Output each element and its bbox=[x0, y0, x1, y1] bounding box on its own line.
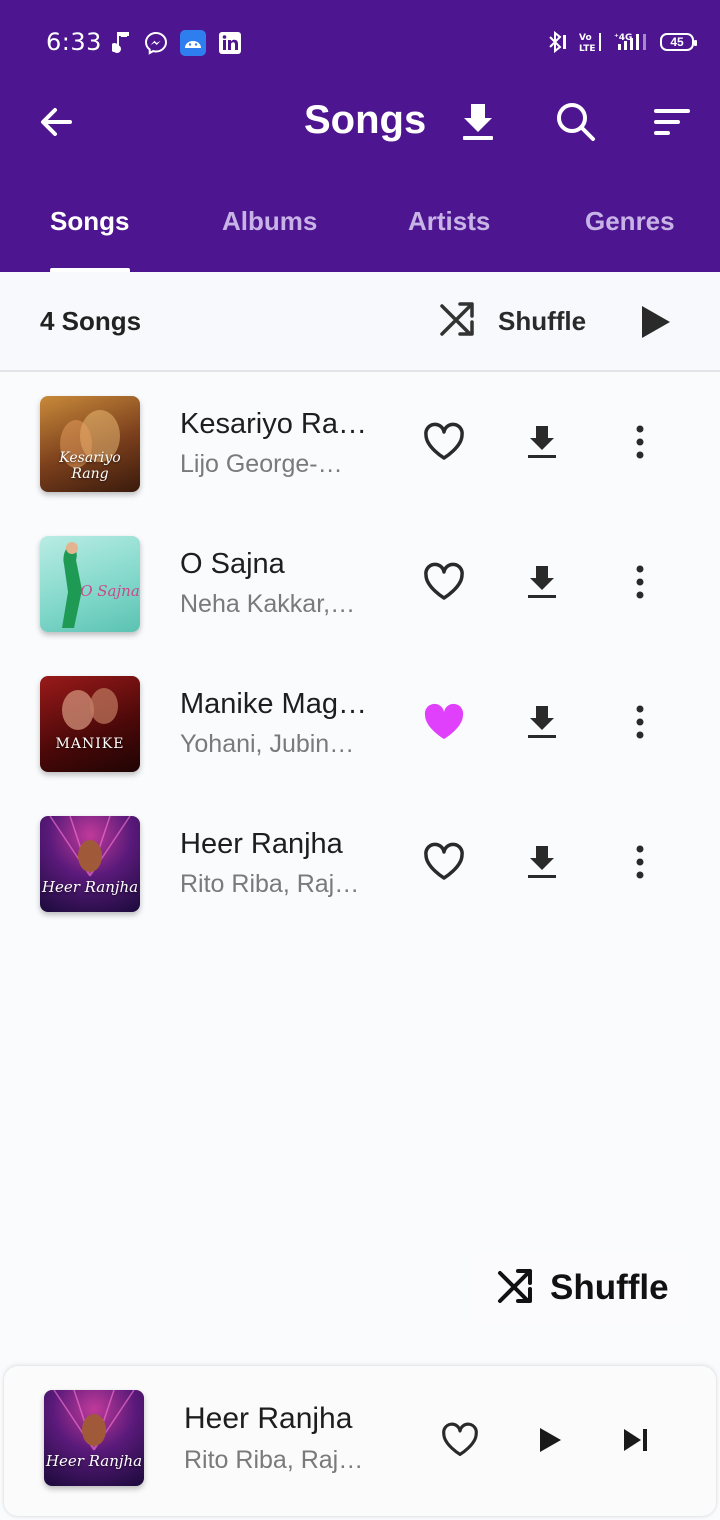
back-arrow-icon[interactable] bbox=[36, 102, 76, 142]
album-art: MANIKE bbox=[40, 676, 140, 772]
svg-text:⁺4G: ⁺4G bbox=[614, 33, 632, 43]
shuffle-icon bbox=[438, 300, 476, 343]
song-artist: Rito Riba, Rajat Nagpal bbox=[180, 870, 360, 898]
sort-icon[interactable] bbox=[650, 100, 694, 144]
signal-4g-icon: ⁺4G bbox=[614, 30, 650, 54]
song-count: 4 Songs bbox=[40, 306, 142, 336]
heart-outline-icon[interactable] bbox=[420, 418, 468, 466]
svg-text:Vo: Vo bbox=[579, 33, 592, 43]
play-all-icon[interactable] bbox=[636, 302, 676, 342]
tab-artists[interactable]: Artists bbox=[408, 206, 490, 237]
album-art-text: Heer Ranjha bbox=[45, 1452, 143, 1470]
album-art-text: MANIKE bbox=[55, 736, 125, 752]
heart-outline-icon[interactable] bbox=[420, 838, 468, 886]
tab-bar: Songs Albums Artists Genres bbox=[0, 190, 720, 272]
now-playing-art: Heer Ranjha bbox=[44, 1390, 144, 1486]
music-note-icon bbox=[112, 30, 132, 56]
song-title: O Sajna bbox=[180, 548, 285, 580]
app-header: 6:33 Vo LTE ⁺4G 45 Songs Songs Albums Ar… bbox=[0, 0, 720, 272]
more-vert-icon[interactable] bbox=[616, 558, 664, 606]
album-art: Heer Ranjha bbox=[40, 816, 140, 912]
now-playing-title: Heer Ranjha bbox=[184, 1402, 353, 1435]
album-art: Kesariyo Rang bbox=[40, 396, 140, 492]
volte-icon: Vo LTE bbox=[578, 30, 604, 54]
song-row[interactable]: O Sajna O Sajna Neha Kakkar, Dhanashree … bbox=[0, 512, 720, 652]
song-artist: Neha Kakkar, Dhanashree Verma bbox=[180, 590, 360, 618]
notification-icons bbox=[112, 30, 242, 56]
search-icon[interactable] bbox=[554, 100, 598, 144]
mini-player[interactable]: Heer Ranjha Heer Ranjha Rito Riba, Rajat… bbox=[4, 1366, 716, 1516]
battery-icon: 45 bbox=[660, 33, 697, 51]
svg-text:LTE: LTE bbox=[579, 44, 596, 54]
song-row[interactable]: Heer Ranjha Heer Ranjha Rito Riba, Rajat… bbox=[0, 792, 720, 932]
album-art-text: O Sajna bbox=[80, 582, 140, 600]
messenger-icon bbox=[144, 31, 168, 55]
play-icon[interactable] bbox=[526, 1416, 574, 1464]
song-row[interactable]: Kesariyo Rang Kesariyo Rang Lijo George-… bbox=[0, 372, 720, 512]
album-art-text: Kesariyo Rang bbox=[59, 450, 121, 482]
song-row[interactable]: MANIKE Manike Mage Hithe Yohani, Jubin N… bbox=[0, 652, 720, 792]
android-icon bbox=[180, 30, 206, 56]
more-vert-icon[interactable] bbox=[616, 698, 664, 746]
heart-outline-icon[interactable] bbox=[436, 1416, 484, 1464]
download-icon[interactable] bbox=[518, 838, 566, 886]
song-title: Manike Mage Hithe bbox=[180, 688, 370, 720]
list-header: 4 Songs Shuffle bbox=[0, 272, 720, 372]
page-title: Songs bbox=[304, 98, 427, 142]
download-icon[interactable] bbox=[456, 100, 500, 144]
heart-outline-icon[interactable] bbox=[420, 558, 468, 606]
now-playing-artist: Rito Riba, Rajat Nagpal bbox=[184, 1446, 370, 1474]
toolbar: Songs bbox=[0, 88, 720, 154]
more-vert-icon[interactable] bbox=[616, 838, 664, 886]
status-bar: 6:33 Vo LTE ⁺4G 45 bbox=[0, 0, 720, 88]
shuffle-fab[interactable]: Shuffle bbox=[470, 1252, 690, 1324]
tab-albums[interactable]: Albums bbox=[222, 206, 317, 237]
tab-genres[interactable]: Genres bbox=[585, 206, 675, 237]
song-artist: Lijo George-DJ Chetas bbox=[180, 450, 360, 478]
song-title: Heer Ranjha bbox=[180, 828, 343, 860]
heart-filled-icon[interactable] bbox=[420, 698, 468, 746]
download-icon[interactable] bbox=[518, 558, 566, 606]
shuffle-button[interactable]: Shuffle bbox=[438, 300, 586, 343]
download-icon[interactable] bbox=[518, 698, 566, 746]
album-art: O Sajna bbox=[40, 536, 140, 632]
shuffle-fab-label: Shuffle bbox=[550, 1268, 669, 1307]
status-time: 6:33 bbox=[46, 28, 102, 56]
shuffle-icon bbox=[496, 1267, 534, 1310]
system-icons: Vo LTE ⁺4G 45 bbox=[544, 30, 697, 54]
song-artist: Yohani, Jubin Nautiyal bbox=[180, 730, 360, 758]
shuffle-label: Shuffle bbox=[498, 306, 587, 336]
linkedin-icon bbox=[218, 31, 242, 55]
album-art-text: Heer Ranjha bbox=[41, 878, 139, 896]
bluetooth-icon bbox=[544, 30, 568, 54]
tab-songs[interactable]: Songs bbox=[50, 206, 129, 237]
skip-next-icon[interactable] bbox=[612, 1416, 660, 1464]
download-icon[interactable] bbox=[518, 418, 566, 466]
song-title: Kesariyo Rang bbox=[180, 408, 370, 440]
more-vert-icon[interactable] bbox=[616, 418, 664, 466]
